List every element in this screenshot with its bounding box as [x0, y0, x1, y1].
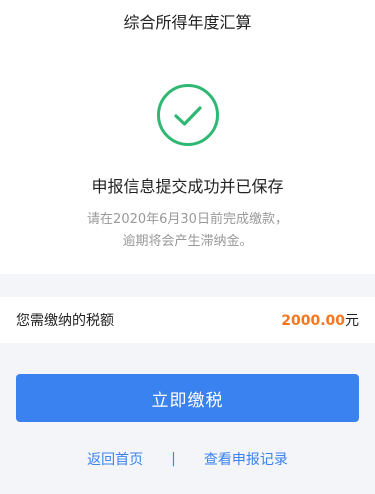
result-description-line: 请在2020年6月30日前完成缴款， — [87, 212, 288, 227]
result-panel: 申报信息提交成功并已保存 请在2020年6月30日前完成缴款， 逾期将会产生滞纳… — [0, 42, 375, 274]
result-description-line: 逾期将会产生滞纳金。 — [122, 234, 253, 249]
check-circle-icon — [156, 84, 219, 146]
page-title: 综合所得年度汇算 — [123, 13, 252, 32]
tax-amount-row: 您需缴纳的税额 2000.00元 — [0, 297, 375, 343]
back-home-link[interactable]: 返回首页 — [87, 449, 143, 469]
tax-amount-value: 2000.00元 — [281, 310, 359, 330]
view-records-link[interactable]: 查看申报记录 — [204, 449, 288, 469]
page-header: 综合所得年度汇算 — [0, 0, 375, 42]
link-separator: | — [171, 451, 176, 467]
footer-links: 返回首页 | 查看申报记录 — [0, 449, 375, 469]
tax-amount-number: 2000.00 — [281, 313, 345, 329]
result-title: 申报信息提交成功并已保存 — [91, 177, 284, 196]
result-description: 请在2020年6月30日前完成缴款， 逾期将会产生滞纳金。 — [87, 209, 288, 253]
tax-amount-unit: 元 — [345, 313, 359, 329]
tax-amount-label: 您需缴纳的税额 — [16, 313, 114, 329]
pay-tax-button[interactable]: 立即缴税 — [16, 374, 359, 422]
